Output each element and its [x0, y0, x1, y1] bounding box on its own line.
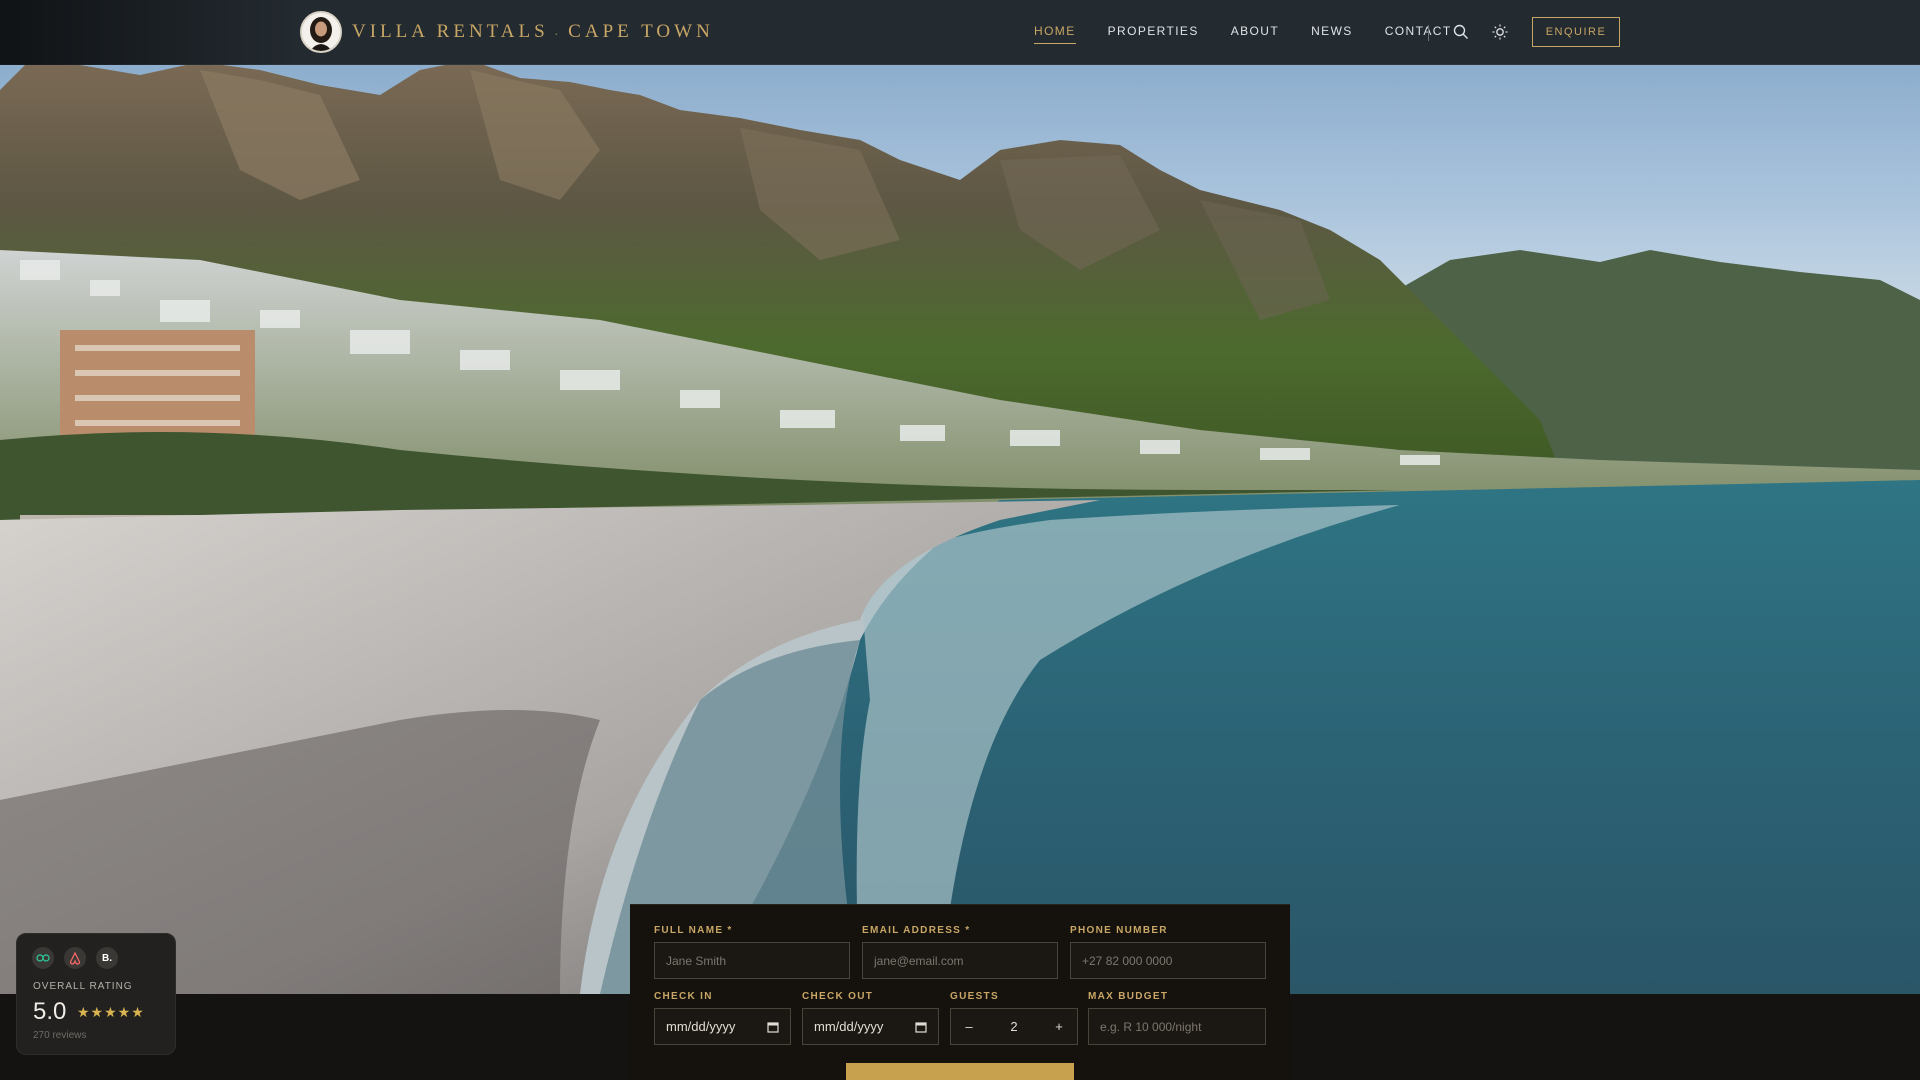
rating-stars: ★★★★★ [77, 1004, 145, 1020]
enquire-button[interactable]: ENQUIRE [1532, 17, 1620, 47]
hero-landscape-illustration [0, 60, 1920, 994]
guests-field-group: GUESTS – 2 + [950, 991, 1078, 1045]
check-out-label: CHECK OUT [802, 991, 874, 1002]
search-icon[interactable] [1452, 23, 1470, 41]
calendar-icon[interactable] [767, 1021, 779, 1033]
nav-item-news[interactable]: NEWS [1311, 24, 1353, 44]
nav-item-about[interactable]: ABOUT [1231, 24, 1279, 44]
check-in-label: CHECK IN [654, 991, 713, 1002]
main-menu: HOME PROPERTIES ABOUT NEWS CONTACT [1034, 24, 1452, 44]
phone-input[interactable] [1070, 942, 1266, 979]
calendar-icon[interactable] [915, 1021, 927, 1033]
submit-enquiry-button[interactable] [846, 1063, 1074, 1080]
check-in-field-group: CHECK IN mm/dd/yyyy [654, 991, 791, 1045]
full-name-input[interactable] [654, 942, 850, 979]
nav-divider [1428, 25, 1429, 41]
brand-location: CAPE TOWN [568, 21, 714, 42]
check-out-field-group: CHECK OUT mm/dd/yyyy [802, 991, 939, 1045]
top-navigation-bar: VILLA RENTALS . CAPE TOWN HOME PROPERTIE… [0, 0, 1920, 65]
budget-label: MAX BUDGET [1088, 991, 1169, 1002]
check-in-value: mm/dd/yyyy [666, 1019, 736, 1034]
brand-avatar[interactable] [300, 11, 342, 53]
sun-icon[interactable] [1491, 23, 1509, 41]
guests-stepper: – 2 + [950, 1008, 1078, 1045]
check-in-date-input[interactable]: mm/dd/yyyy [654, 1008, 791, 1045]
nav-item-home[interactable]: HOME [1034, 24, 1076, 44]
full-name-field-group: FULL NAME * [654, 925, 850, 979]
budget-field-group: MAX BUDGET [1088, 991, 1266, 1045]
budget-input[interactable] [1088, 1008, 1266, 1045]
review-platform-logos: B. [32, 947, 118, 969]
phone-field-group: PHONE NUMBER [1070, 925, 1266, 979]
email-field-group: EMAIL ADDRESS * [862, 925, 1058, 979]
nav-item-contact[interactable]: CONTACT [1385, 24, 1452, 44]
guests-increment-button[interactable]: + [1041, 1019, 1077, 1034]
brand-separator: . [554, 24, 563, 39]
brand-wordmark[interactable]: VILLA RENTALS . CAPE TOWN [352, 20, 714, 44]
brand-name: VILLA RENTALS [352, 21, 549, 42]
check-out-value: mm/dd/yyyy [814, 1019, 884, 1034]
check-out-date-input[interactable]: mm/dd/yyyy [802, 1008, 939, 1045]
tripadvisor-icon[interactable] [32, 947, 54, 969]
phone-label: PHONE NUMBER [1070, 925, 1168, 936]
full-name-label: FULL NAME * [654, 925, 733, 936]
airbnb-icon[interactable] [64, 947, 86, 969]
rating-label: OVERALL RATING [33, 981, 133, 992]
guests-value[interactable]: 2 [996, 1019, 1032, 1034]
guests-label: GUESTS [950, 991, 999, 1002]
email-input[interactable] [862, 942, 1058, 979]
email-label: EMAIL ADDRESS * [862, 925, 971, 936]
nav-item-properties[interactable]: PROPERTIES [1108, 24, 1199, 44]
booking-form: FULL NAME * EMAIL ADDRESS * PHONE NUMBER… [630, 904, 1290, 1080]
rating-score: 5.0 [33, 998, 67, 1025]
guests-decrement-button[interactable]: – [951, 1019, 987, 1034]
booking-com-icon[interactable]: B. [96, 947, 118, 969]
review-count[interactable]: 270 reviews [33, 1030, 86, 1041]
overall-rating-card: B. OVERALL RATING 5.0 ★★★★★ 270 reviews [16, 933, 176, 1055]
nav-left-shadow [0, 0, 300, 65]
hero-image [0, 0, 1920, 994]
avatar-portrait-icon [302, 13, 340, 51]
